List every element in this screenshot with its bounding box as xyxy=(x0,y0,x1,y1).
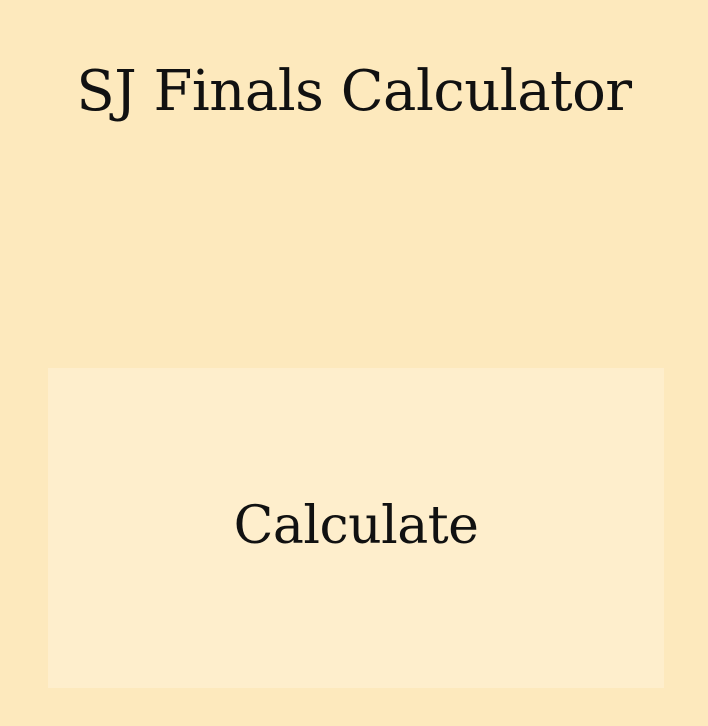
page-title: SJ Finals Calculator xyxy=(76,59,632,124)
calculate-button[interactable]: Calculate xyxy=(48,368,664,688)
calculate-button-label: Calculate xyxy=(233,496,479,556)
